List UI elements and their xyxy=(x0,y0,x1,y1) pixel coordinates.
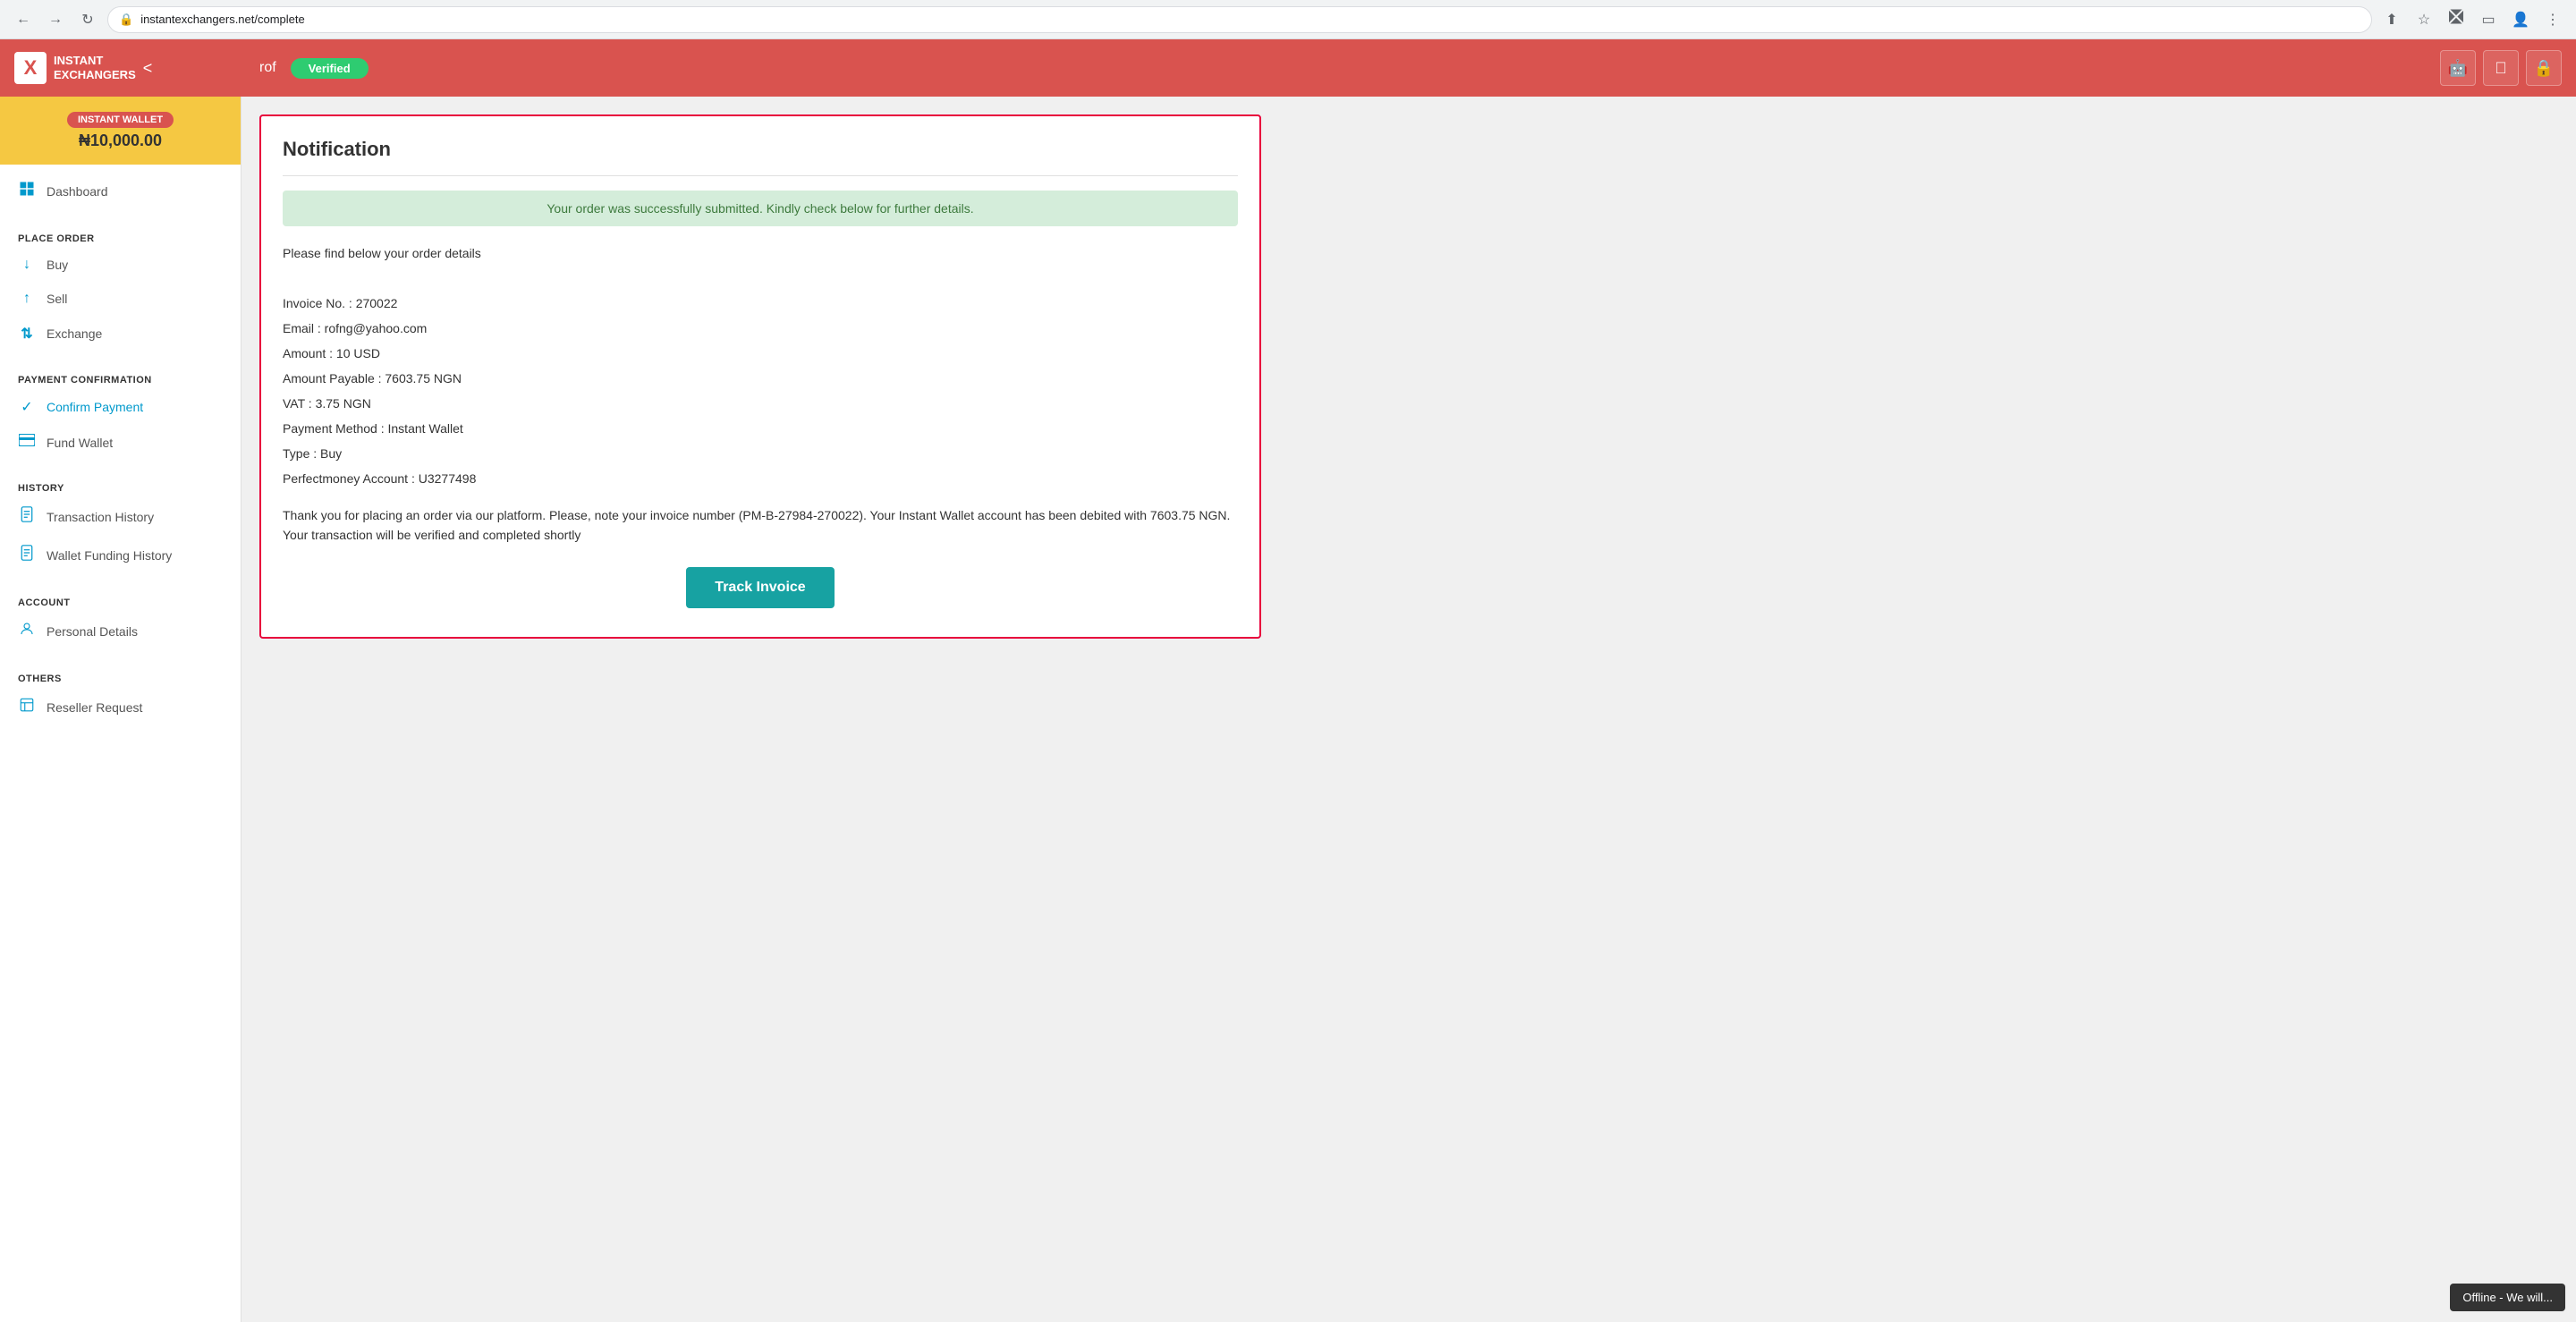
sidebar-item-reseller-request[interactable]: Reseller Request xyxy=(0,688,241,726)
sidebar: INSTANT WALLET ₦10,000.00 ​ Dashboard PL… xyxy=(0,97,242,1322)
header-center: rof Verified xyxy=(242,58,2426,79)
apple-icon-button[interactable]:  xyxy=(2483,50,2519,86)
sidebar-item-buy-label: Buy xyxy=(47,258,68,272)
lock-icon-button[interactable]: 🔒 xyxy=(2526,50,2562,86)
nav-section-history: HISTORY Transaction History Wallet Fundi… xyxy=(0,467,241,581)
back-button[interactable]: ← xyxy=(11,7,36,32)
sidebar-item-wallet-funding-history-label: Wallet Funding History xyxy=(47,548,172,563)
notification-title: Notification xyxy=(283,138,1238,161)
sidebar-item-exchange[interactable]: ⇅ Exchange xyxy=(0,316,241,352)
thank-you-text: Thank you for placing an order via our p… xyxy=(283,505,1238,546)
sidebar-item-dashboard[interactable]: ​ Dashboard xyxy=(0,172,241,210)
header-actions: 🤖  🔒 xyxy=(2426,50,2576,86)
order-details: Please find below your order details Inv… xyxy=(283,241,1238,491)
sidebar-item-confirm-payment-label: Confirm Payment xyxy=(47,400,143,414)
cast-button[interactable]: ▭ xyxy=(2476,7,2501,32)
track-invoice-button[interactable]: Track Invoice xyxy=(686,567,834,608)
logo-name: INSTANT EXCHANGERS xyxy=(54,54,136,81)
logo: X INSTANT EXCHANGERS xyxy=(14,52,136,84)
sidebar-item-exchange-label: Exchange xyxy=(47,326,102,341)
wallet-amount: ₦10,000.00 xyxy=(14,131,226,150)
forward-button[interactable]: → xyxy=(43,7,68,32)
menu-button[interactable]: ⋮ xyxy=(2540,7,2565,32)
sidebar-item-confirm-payment[interactable]: ✓ Confirm Payment xyxy=(0,389,241,425)
section-header-others: OTHERS xyxy=(0,665,241,688)
main-area: INSTANT WALLET ₦10,000.00 ​ Dashboard PL… xyxy=(0,97,2576,1322)
offline-badge: Offline - We will... xyxy=(2450,1284,2565,1311)
amount-payable: Amount Payable : 7603.75 NGN xyxy=(283,366,1238,391)
invoice-no: Invoice No. : 270022 xyxy=(283,291,1238,316)
url-text: instantexchangers.net/complete xyxy=(140,13,305,26)
sidebar-item-reseller-request-label: Reseller Request xyxy=(47,700,142,715)
perfectmoney-account: Perfectmoney Account : U3277498 xyxy=(283,466,1238,491)
logo-area: X INSTANT EXCHANGERS < xyxy=(0,39,242,97)
transaction-history-icon xyxy=(18,506,36,527)
type: Type : Buy xyxy=(283,441,1238,466)
success-banner: Your order was successfully submitted. K… xyxy=(283,191,1238,226)
section-header-history: HISTORY xyxy=(0,474,241,497)
nav-section-account: ACCOUNT Personal Details xyxy=(0,581,241,657)
nav-section-others: OTHERS Reseller Request xyxy=(0,657,241,733)
lock-icon: 🔒 xyxy=(119,13,133,27)
app-wrapper: X INSTANT EXCHANGERS < rof Verified 🤖  … xyxy=(0,39,2576,1322)
sell-icon: ↑ xyxy=(18,291,36,307)
browser-chrome: ← → ↻ 🔒 instantexchangers.net/complete ⬆… xyxy=(0,0,2576,39)
section-header-payment: PAYMENT CONFIRMATION xyxy=(0,366,241,389)
sidebar-item-sell[interactable]: ↑ Sell xyxy=(0,282,241,316)
bookmark-button[interactable]: ☆ xyxy=(2411,7,2436,32)
wallet-label: INSTANT WALLET xyxy=(67,112,174,128)
sidebar-item-dashboard-label: Dashboard xyxy=(47,184,108,199)
content-area: Notification Your order was successfully… xyxy=(242,97,2576,1322)
address-bar[interactable]: 🔒 instantexchangers.net/complete xyxy=(107,6,2372,33)
payment-method: Payment Method : Instant Wallet xyxy=(283,416,1238,441)
share-button[interactable]: ⬆ xyxy=(2379,7,2404,32)
sidebar-item-personal-details[interactable]: Personal Details xyxy=(0,612,241,650)
extension-button[interactable]: 🮽 xyxy=(2444,7,2469,32)
verified-badge: Verified xyxy=(291,58,369,79)
success-message: Your order was successfully submitted. K… xyxy=(547,201,973,216)
section-header-place-order: PLACE ORDER xyxy=(0,225,241,248)
confirm-payment-icon: ✓ xyxy=(18,398,36,416)
collapse-sidebar-button[interactable]: < xyxy=(136,59,160,78)
wallet-section: INSTANT WALLET ₦10,000.00 xyxy=(0,97,241,165)
exchange-icon: ⇅ xyxy=(18,325,36,343)
notification-card: Notification Your order was successfully… xyxy=(259,114,1261,639)
vat: VAT : 3.75 NGN xyxy=(283,391,1238,416)
sidebar-item-personal-details-label: Personal Details xyxy=(47,624,138,639)
sidebar-item-buy[interactable]: ↓ Buy xyxy=(0,248,241,282)
reseller-request-icon xyxy=(18,697,36,717)
order-intro: Please find below your order details xyxy=(283,241,1238,266)
username-text: rof xyxy=(259,60,276,76)
nav-section-main: ​ Dashboard xyxy=(0,165,241,217)
sidebar-item-transaction-history-label: Transaction History xyxy=(47,510,154,524)
wallet-funding-history-icon xyxy=(18,545,36,565)
personal-details-icon xyxy=(18,621,36,641)
divider-top xyxy=(283,175,1238,176)
section-header-account: ACCOUNT xyxy=(0,589,241,612)
reload-button[interactable]: ↻ xyxy=(75,7,100,32)
nav-section-place-order: PLACE ORDER ↓ Buy ↑ Sell ⇅ Exchange xyxy=(0,217,241,359)
logo-x-icon: X xyxy=(14,52,47,84)
dashboard-icon: ​ xyxy=(18,181,36,201)
buy-icon: ↓ xyxy=(18,257,36,273)
sidebar-item-transaction-history[interactable]: Transaction History xyxy=(0,497,241,536)
account-button[interactable]: 👤 xyxy=(2508,7,2533,32)
email: Email : rofng@yahoo.com xyxy=(283,316,1238,341)
sidebar-item-sell-label: Sell xyxy=(47,292,67,306)
sidebar-item-fund-wallet-label: Fund Wallet xyxy=(47,436,113,450)
amount: Amount : 10 USD xyxy=(283,341,1238,366)
sidebar-item-wallet-funding-history[interactable]: Wallet Funding History xyxy=(0,536,241,574)
fund-wallet-icon xyxy=(18,434,36,451)
sidebar-item-fund-wallet[interactable]: Fund Wallet xyxy=(0,425,241,460)
top-header: X INSTANT EXCHANGERS < rof Verified 🤖  … xyxy=(0,39,2576,97)
android-icon-button[interactable]: 🤖 xyxy=(2440,50,2476,86)
nav-section-payment: PAYMENT CONFIRMATION ✓ Confirm Payment F… xyxy=(0,359,241,467)
